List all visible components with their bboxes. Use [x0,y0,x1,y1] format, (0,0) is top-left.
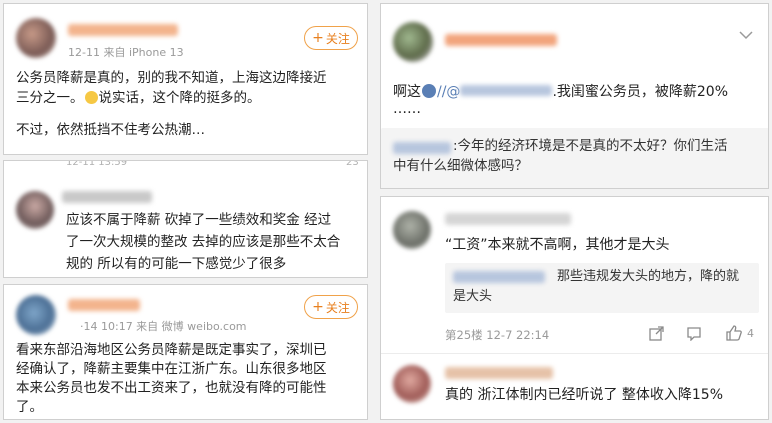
cut-count: 23 [346,160,359,168]
follow-label: 关注 [325,31,350,46]
body-line: …… [393,101,421,117]
body-line: 三分之一。 说实话，这个降的挺多的。 [16,90,261,106]
avatar[interactable] [16,18,56,58]
cut-meta: 12-11 13:59 [66,160,128,168]
post-meta: ·14 10:17 来自 微博 weibo.com [80,320,247,333]
avatar[interactable] [16,295,56,335]
avatar[interactable] [16,191,54,229]
quoted-username-blurred[interactable] [393,142,451,154]
body-line: 了。 [16,399,43,415]
reply-line: 那些违规发大头的地方，降的就 [557,269,740,284]
body-line: 啊这//@ .我闺蜜公务员，被降薪20% [393,84,729,100]
username-blurred[interactable] [62,191,152,203]
reply-username-blurred[interactable] [453,271,545,283]
floor-meta: 第25楼 12-7 22:14 [445,328,550,342]
like-count: 4 [747,327,754,340]
avatar[interactable] [393,365,431,403]
post-card-4: 啊这//@ .我闺蜜公务员，被降薪20% …… :今年的经济环境是不是真的不太好？… [380,3,769,189]
body-line: 经确认了，降薪主要集中在江浙广东。山东很多地区 [16,361,327,377]
post-body: 看来东部沿海地区公务员降薪是既定事实了，深圳已 经确认了，降薪主要集中在江浙广东… [16,341,364,417]
quoted-body-2: 中有什么细微体感吗？ [393,158,528,174]
plus-icon: + [312,299,324,315]
follow-label: 关注 [325,300,350,315]
quoted-line: :今年的经济环境是不是真的不太好？你们生活 [453,138,728,154]
chevron-down-icon[interactable] [737,28,755,42]
emoji-icon [422,84,436,98]
mention-link[interactable]: //@ [437,84,460,100]
body-line: 看来东部沿海地区公务员降薪是既定事实了，深圳已 [16,342,327,358]
body-line: 公务员降薪是真的，别的我不知道，上海这边降接近 [16,70,327,86]
divider [381,353,768,354]
post-meta: 12-11 来自 iPhone 13 [68,46,184,59]
avatar[interactable] [393,22,433,62]
share-icon[interactable] [647,324,665,342]
post-body: 公务员降薪是真的，别的我不知道，上海这边降接近 三分之一。 说实话，这个降的挺多的… [16,68,361,140]
reply-quote[interactable]: 那些违规发大头的地方，降的就 是大头 [445,263,759,313]
quoted-body: :今年的经济环境是不是真的不太好？你们生活 [453,136,763,156]
comment-body: “工资”本来就不高啊，其他才是大头 [445,237,670,253]
username-blurred[interactable] [445,213,571,225]
plus-icon: + [312,30,324,46]
body-line: 不过，依然抵挡不住考公热潮… [16,122,205,138]
username-blurred[interactable] [68,299,140,311]
comment-line: 规的 所以有的可能一下感觉少了很多 [66,256,287,272]
post-card-3: ·14 10:17 来自 微博 weibo.com + 关注 看来东部沿海地区公… [3,284,368,420]
comment-icon[interactable] [685,324,703,342]
username-blurred[interactable] [68,24,178,36]
avatar[interactable] [393,211,431,249]
follow-button[interactable]: + 关注 [304,26,358,50]
post-body: 啊这//@ .我闺蜜公务员，被降薪20% …… [393,82,765,116]
comment-body: 应该不属于降薪 砍掉了一些绩效和奖金 经过 了一次大规模的整改 去掉的应该是那些… [66,209,366,275]
comment-body: 真的 浙江体制内已经听说了 整体收入降15% [445,387,724,403]
comment-line: 了一次大规模的整改 去掉的应该是那些不太合 [66,234,341,250]
smile-emoji-icon [84,91,98,104]
comment-card-2: 12-11 13:59 23 应该不属于降薪 砍掉了一些绩效和奖金 经过 了一次… [3,160,368,278]
post-card-1: 12-11 来自 iPhone 13 + 关注 公务员降薪是真的，别的我不知道，… [3,3,368,155]
comment-card-5: “工资”本来就不高啊，其他才是大头 那些违规发大头的地方，降的就 是大头 第25… [380,196,769,420]
comment-line: 应该不属于降薪 砍掉了一些绩效和奖金 经过 [66,212,332,228]
username-blurred[interactable] [445,34,557,46]
username-blurred[interactable] [445,367,553,379]
mention-blurred[interactable] [460,85,553,96]
quoted-post[interactable]: :今年的经济环境是不是真的不太好？你们生活 中有什么细微体感吗？ [381,128,768,188]
reply-line: 是大头 [453,289,493,304]
like-icon[interactable] [725,324,743,342]
body-line: 本来公务员也发不出工资来了，也就没有降的可能性 [16,380,327,396]
follow-button[interactable]: + 关注 [304,295,358,319]
